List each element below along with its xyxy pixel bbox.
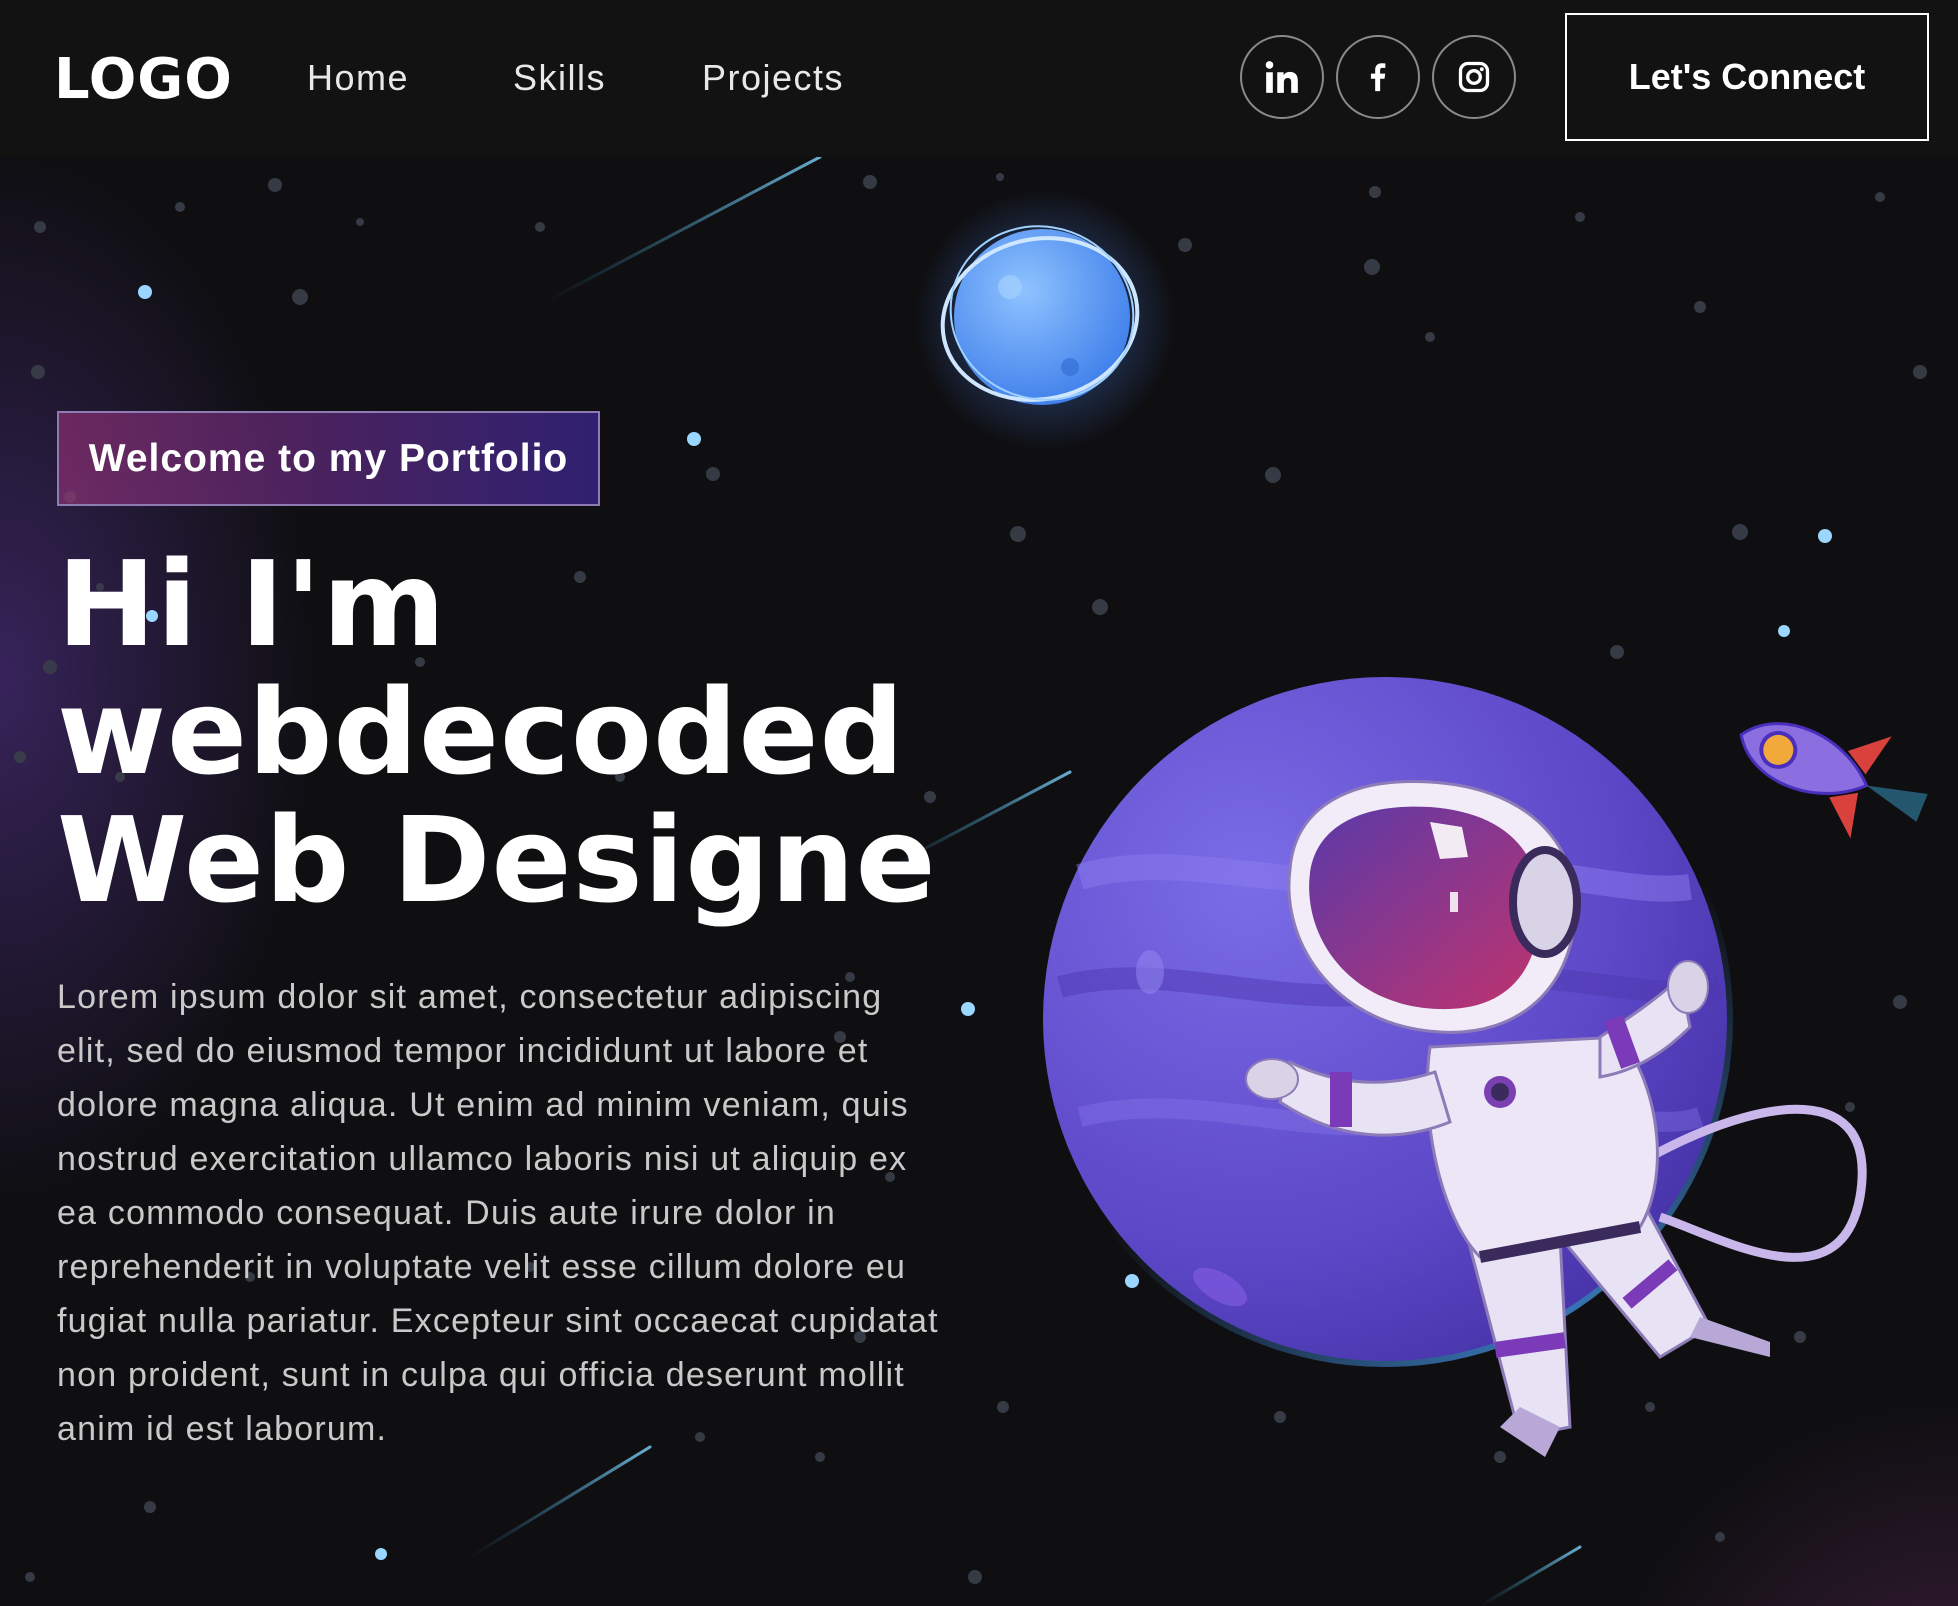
instagram-icon — [1458, 61, 1490, 93]
nav-link-projects[interactable]: Projects — [702, 56, 844, 100]
navbar: LOGO Home Skills Projects Let's Connect — [0, 0, 1958, 157]
hero-headline: Hi I'm webdecoded Web Designe — [57, 540, 1017, 924]
instagram-link[interactable] — [1432, 35, 1516, 119]
facebook-icon — [1370, 63, 1386, 92]
linkedin-link[interactable] — [1240, 35, 1324, 119]
hero-bio: Lorem ipsum dolor sit amet, consectetur … — [57, 978, 939, 1448]
nav-link-skills[interactable]: Skills — [513, 56, 606, 100]
portfolio-page: LOGO Home Skills Projects Let's Connect — [0, 0, 1958, 1606]
logo[interactable]: LOGO — [54, 50, 233, 110]
lets-connect-button[interactable]: Let's Connect — [1565, 13, 1929, 141]
linkedin-icon — [1265, 61, 1298, 93]
nav-link-home[interactable]: Home — [307, 56, 409, 100]
welcome-tagline: Welcome to my Portfolio — [57, 411, 600, 506]
headline-line-3: Web Designe — [57, 791, 937, 929]
headline-line-2: webdecoded — [57, 663, 905, 801]
rocket-icon — [1739, 722, 1928, 839]
facebook-link[interactable] — [1336, 35, 1420, 119]
blue-planet-icon — [915, 190, 1175, 450]
headline-line-1: Hi I'm — [57, 535, 447, 673]
